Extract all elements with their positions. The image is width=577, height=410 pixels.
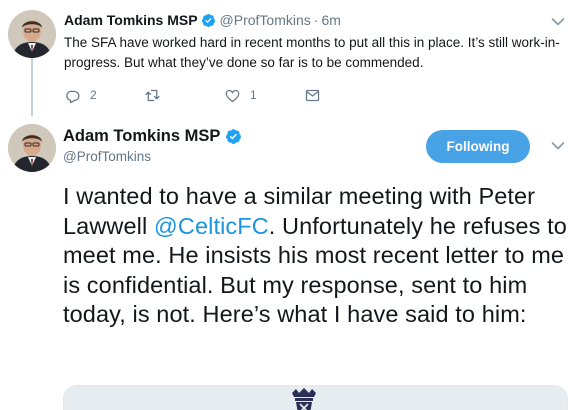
reply-count: 2 <box>90 88 97 102</box>
author-handle[interactable]: @ProfTomkins <box>220 12 311 28</box>
author-name[interactable]: Adam Tomkins MSP <box>64 12 198 28</box>
like-count: 1 <box>250 88 257 102</box>
following-button[interactable]: Following <box>426 130 530 163</box>
verified-badge-icon <box>201 13 216 28</box>
verified-badge-icon <box>225 128 242 145</box>
tweet-header: Adam Tomkins MSP @ProfTomkins · 6m <box>64 11 341 29</box>
direct-message-button[interactable] <box>304 87 321 104</box>
separator-dot: · <box>313 12 319 28</box>
author-handle[interactable]: @ProfTomkins <box>63 149 151 164</box>
tweet-actions: 2 1 <box>64 86 321 104</box>
like-button[interactable]: 1 <box>224 87 304 104</box>
crest-image <box>287 387 321 410</box>
direct-message-icon <box>304 87 321 104</box>
avatar[interactable] <box>8 10 56 58</box>
tweet-text: I wanted to have a similar meeting with … <box>63 182 573 330</box>
heart-icon <box>224 87 241 104</box>
avatar[interactable] <box>8 124 56 172</box>
retweet-button[interactable] <box>144 87 224 104</box>
retweet-icon <box>144 87 161 104</box>
reply-context-tweet[interactable]: Adam Tomkins MSP @ProfTomkins · 6m The S… <box>0 0 577 116</box>
chevron-down-icon[interactable] <box>551 141 565 151</box>
author-name[interactable]: Adam Tomkins MSP <box>63 127 220 146</box>
thread-connector-line <box>31 58 33 116</box>
author-name-row: Adam Tomkins MSP <box>63 125 246 147</box>
main-tweet: Adam Tomkins MSP @ProfTomkins Following … <box>0 112 577 410</box>
tweet-text: The SFA have worked hard in recent month… <box>64 35 560 70</box>
mention-link[interactable]: @CelticFC <box>154 213 269 239</box>
reply-button[interactable]: 2 <box>64 87 144 104</box>
reply-icon <box>64 87 81 104</box>
tweet-timestamp[interactable]: 6m <box>321 12 340 28</box>
attached-image[interactable] <box>63 385 568 410</box>
chevron-down-icon[interactable] <box>551 17 565 27</box>
